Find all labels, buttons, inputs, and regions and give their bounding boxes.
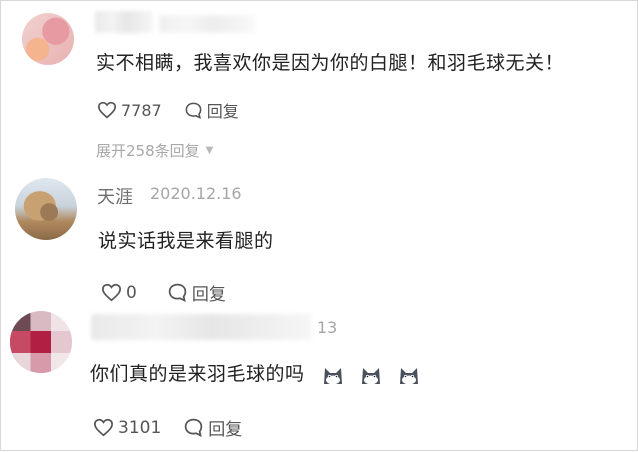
comment-bubble-icon: [185, 418, 203, 437]
username-blurred: [159, 15, 255, 33]
reply-button[interactable]: 回复: [183, 415, 242, 440]
comment-text-content: 你们真的是来羽毛球的吗: [90, 363, 305, 385]
caret-down-icon: ▼: [205, 145, 214, 156]
expand-replies-label: 展开258条回复: [96, 142, 200, 160]
like-button[interactable]: 3101: [93, 418, 161, 438]
comment-date: 2020.12.16: [150, 184, 242, 203]
like-count: 7787: [121, 100, 162, 120]
like-button[interactable]: 7787: [97, 101, 162, 120]
username-blurred[interactable]: [91, 314, 311, 340]
avatar[interactable]: [22, 13, 74, 65]
cat-emoji-icon: [324, 367, 343, 384]
reply-label: 回复: [206, 102, 239, 121]
comment-item: 天涯 2020.12.16 说实话我是来看腿的 0 回复: [1, 166, 638, 311]
comment-actions: 7787 回复: [97, 98, 261, 122]
reply-label: 回复: [191, 285, 226, 305]
heart-icon: [97, 101, 117, 119]
reply-button[interactable]: 回复: [167, 280, 226, 305]
expand-replies-link[interactable]: 展开258条回复 ▼: [96, 140, 213, 161]
heart-icon: [101, 283, 122, 302]
comment-item: 13 你们真的是来羽毛球的吗 3101 回复: [1, 306, 638, 452]
heart-icon: [93, 418, 114, 437]
username-blurred[interactable]: [95, 11, 153, 33]
comment-date-partial: 13: [317, 318, 338, 337]
comment-list: 实不相瞒，我喜欢你是因为你的白腿！和羽毛球无关！ 7787 回复 展开258条回…: [0, 0, 638, 451]
comment-text: 你们真的是来羽毛球的吗: [90, 359, 435, 387]
comment-item: 实不相瞒，我喜欢你是因为你的白腿！和羽毛球无关！ 7787 回复 展开258条回…: [1, 1, 638, 166]
comment-bubble-icon: [185, 102, 202, 119]
comment-bubble-icon: [168, 283, 187, 302]
comment-text: 实不相瞒，我喜欢你是因为你的白腿！和羽毛球无关！: [96, 52, 565, 74]
avatar-mosaic: [10, 331, 72, 353]
cat-emoji-icon: [362, 367, 381, 384]
avatar[interactable]: [15, 178, 77, 240]
emoji-group: [321, 363, 435, 387]
reply-button[interactable]: 回复: [184, 98, 239, 122]
like-button[interactable]: 0: [101, 283, 137, 303]
avatar-mosaic: [10, 353, 72, 373]
comment-text: 说实话我是来看腿的: [98, 230, 274, 252]
comment-actions: 3101 回复: [93, 415, 264, 440]
cat-emoji-icon: [400, 367, 419, 384]
reply-label: 回复: [208, 420, 243, 440]
comment-actions: 0 回复: [101, 280, 248, 305]
like-count: 0: [126, 282, 137, 303]
like-count: 3101: [118, 417, 162, 438]
username[interactable]: 天涯: [97, 183, 133, 209]
avatar[interactable]: [10, 311, 72, 373]
